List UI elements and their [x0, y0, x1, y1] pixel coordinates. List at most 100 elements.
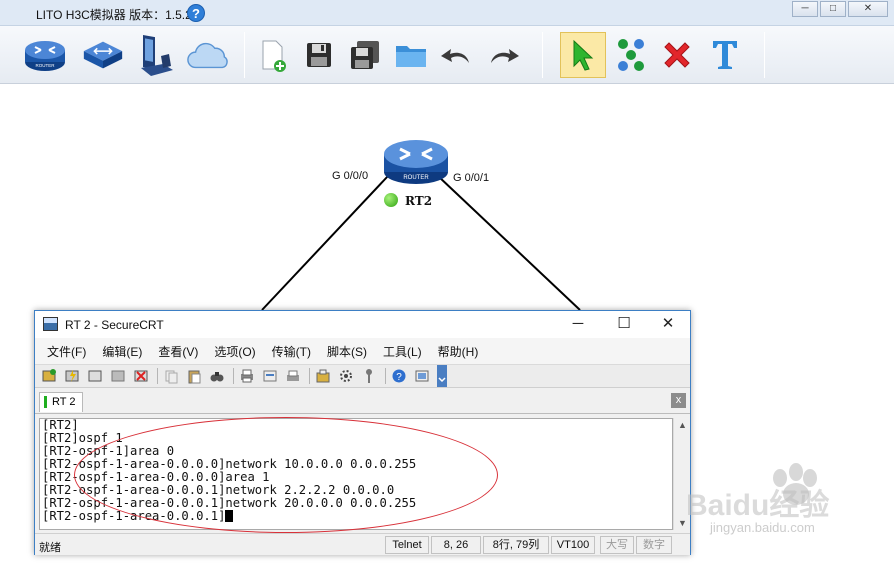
status-protocol: Telnet: [385, 536, 429, 554]
router-icon: ROUTER: [25, 41, 65, 71]
crt-toolbar: ?: [35, 364, 690, 388]
print-selection-icon[interactable]: [260, 367, 280, 385]
new-file-icon: [262, 40, 286, 72]
keymap-icon[interactable]: [359, 367, 379, 385]
toolbar-separator: [542, 32, 543, 78]
switch-icon: [83, 41, 123, 69]
link-g001: [437, 175, 581, 311]
session-tab-rt2[interactable]: RT 2: [39, 392, 83, 412]
crt-tabbar: RT 2 x: [35, 388, 690, 414]
tab-connected-indicator: [44, 396, 47, 408]
copy-icon[interactable]: [161, 367, 181, 385]
securecrt-window: RT 2 - SecureCRT ─ ☐ ✕ 文件(F) 编辑(E) 查看(V)…: [34, 310, 691, 555]
pc-tool-button[interactable]: [134, 32, 180, 78]
save-as-button[interactable]: [342, 32, 388, 78]
terminal-prompt: [RT2-ospf-1-area-0.0.0.1]: [42, 509, 226, 523]
status-capslock: 大写: [600, 536, 634, 554]
toolbar-separator: [244, 32, 245, 78]
menu-transfer[interactable]: 传输(T): [270, 341, 313, 362]
status-ready-text: 就绪: [39, 542, 61, 554]
delete-tool-button[interactable]: [654, 32, 700, 78]
disconnect-icon[interactable]: [131, 367, 151, 385]
connect-icon: [618, 39, 644, 71]
toolbar-separator: [233, 368, 234, 384]
svg-text:?: ?: [396, 372, 402, 383]
toolbar-overflow-chevron-icon[interactable]: [437, 365, 447, 387]
toolbar-separator: [157, 368, 158, 384]
crt-maximize-button[interactable]: ☐: [609, 315, 639, 333]
toolbar-separator: [309, 368, 310, 384]
open-folder-button[interactable]: [388, 32, 434, 78]
crt-menubar: 文件(F) 编辑(E) 查看(V) 选项(O) 传输(T) 脚本(S) 工具(L…: [35, 338, 690, 364]
terminal-scrollbar[interactable]: ▲ ▼: [673, 418, 690, 530]
redo-button[interactable]: [480, 32, 526, 78]
map-window-icon[interactable]: [412, 367, 432, 385]
save-icon: [307, 43, 331, 67]
svg-text:ROUTER: ROUTER: [36, 63, 56, 68]
crt-close-button[interactable]: ✕: [653, 315, 683, 333]
menu-edit[interactable]: 编辑(E): [100, 341, 144, 362]
select-pointer-icon: [573, 39, 594, 71]
tab-close-button[interactable]: x: [671, 393, 686, 408]
status-indicator-icon: [384, 193, 398, 207]
reconnect-icon[interactable]: [108, 367, 128, 385]
cloud-tool-button[interactable]: [186, 32, 232, 78]
paste-icon[interactable]: [184, 367, 204, 385]
menu-file[interactable]: 文件(F): [45, 341, 88, 362]
menu-options[interactable]: 选项(O): [212, 341, 257, 362]
pc-icon: [141, 35, 173, 76]
toolbar-separator: [764, 32, 765, 78]
router-tool-button[interactable]: ROUTER: [22, 32, 68, 78]
tab-label: RT 2: [52, 396, 76, 408]
app-titlebar: LITO H3C模拟器 版本：1.5.2 ? ─ □ ✕: [0, 0, 894, 26]
new-file-button[interactable]: [250, 32, 296, 78]
find-icon[interactable]: [207, 367, 227, 385]
scroll-up-icon[interactable]: ▲: [678, 420, 687, 430]
status-emulation: VT100: [551, 536, 595, 554]
terminal-output[interactable]: [RT2] [RT2]ospf 1 [RT2-ospf-1]area 0 [RT…: [39, 418, 673, 530]
maximize-button[interactable]: □: [820, 1, 846, 17]
redo-icon: [491, 49, 519, 63]
text-icon: [713, 41, 737, 69]
crt-minimize-button[interactable]: ─: [563, 315, 593, 333]
help-icon[interactable]: ?: [187, 4, 205, 22]
router-name: RT2: [405, 194, 433, 208]
scroll-down-icon[interactable]: ▼: [678, 518, 687, 528]
printer-icon[interactable]: [283, 367, 303, 385]
cloud-icon: [187, 42, 228, 69]
router-icon: ROUTER: [384, 140, 448, 184]
menu-tools[interactable]: 工具(L): [381, 341, 424, 362]
link-g000: [261, 175, 389, 311]
select-tool-button[interactable]: [560, 32, 606, 78]
save-as-icon: [351, 41, 379, 69]
session-options-icon[interactable]: [313, 367, 333, 385]
crt-title: RT 2 - SecureCRT: [65, 318, 164, 332]
toolbar-separator: [385, 368, 386, 384]
connect-icon[interactable]: [39, 367, 59, 385]
app-title: LITO H3C模拟器 版本：1.5.2: [36, 8, 192, 22]
text-tool-button[interactable]: [702, 32, 748, 78]
crt-statusbar: 就绪 Telnet 8, 26 8行, 79列 VT100 大写 数字: [35, 533, 690, 555]
main-toolbar: ROUTER: [0, 26, 894, 84]
menu-help[interactable]: 帮助(H): [436, 341, 481, 362]
delete-icon: [664, 42, 690, 68]
status-terminal-size: 8行, 79列: [483, 536, 549, 554]
global-options-icon[interactable]: [336, 367, 356, 385]
undo-button[interactable]: [434, 32, 480, 78]
terminal-prompt-line: [RT2-ospf-1-area-0.0.0.1]: [42, 510, 672, 523]
switch-tool-button[interactable]: [80, 32, 126, 78]
menu-script[interactable]: 脚本(S): [325, 341, 369, 362]
help-icon[interactable]: ?: [389, 367, 409, 385]
quick-connect-icon[interactable]: [62, 367, 82, 385]
minimize-button[interactable]: ─: [792, 1, 818, 17]
connect-tab-icon[interactable]: [85, 367, 105, 385]
connect-tool-button[interactable]: [608, 32, 654, 78]
crt-titlebar: RT 2 - SecureCRT ─ ☐ ✕: [35, 311, 690, 338]
close-button[interactable]: ✕: [848, 1, 888, 17]
menu-view[interactable]: 查看(V): [156, 341, 200, 362]
save-button[interactable]: [296, 32, 342, 78]
status-numlock: 数字: [636, 536, 672, 554]
terminal-cursor: [225, 510, 234, 522]
print-icon[interactable]: [237, 367, 257, 385]
router-node[interactable]: ROUTER: [382, 134, 450, 186]
